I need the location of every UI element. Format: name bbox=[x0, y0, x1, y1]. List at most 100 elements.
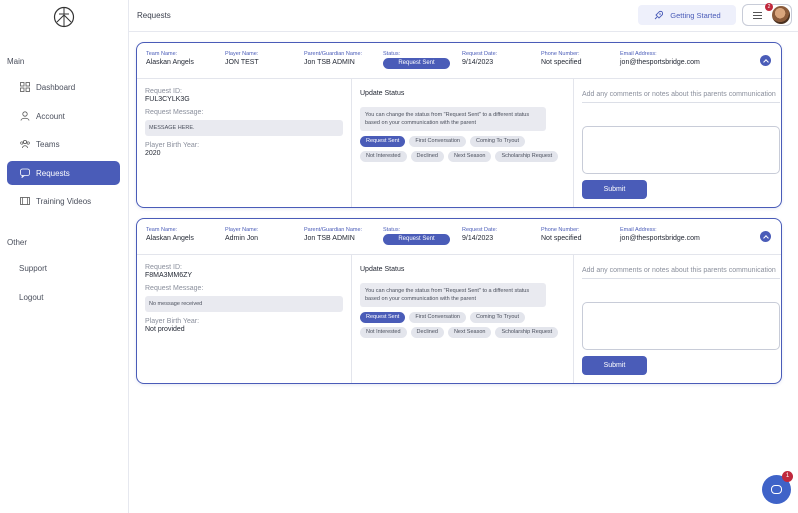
comment-textarea[interactable] bbox=[582, 302, 780, 350]
status-option-not-interested[interactable]: Not Interested bbox=[360, 327, 407, 338]
birth-year: Not provided bbox=[145, 326, 185, 333]
rocket-icon bbox=[654, 10, 664, 19]
team-icon bbox=[20, 139, 30, 149]
sidebar-item-account[interactable]: Account bbox=[7, 104, 120, 128]
comment-panel: Add any comments or notes about this par… bbox=[574, 79, 781, 207]
comment-panel: Add any comments or notes about this par… bbox=[574, 255, 781, 383]
getting-started-label: Getting Started bbox=[670, 10, 721, 20]
request-card-header: Team Name: Alaskan Angels Player Name: JON… bbox=[137, 43, 781, 79]
request-card: Team Name: Alaskan Angels Player Name: JON… bbox=[136, 42, 782, 208]
status-option-coming-to-tryout[interactable]: Coming To Tryout bbox=[469, 312, 525, 323]
phone-number: Not specified bbox=[541, 235, 582, 242]
request-id-label: Request ID: bbox=[145, 264, 182, 271]
request-id-label: Request ID: bbox=[145, 88, 182, 95]
player-name: JON TEST bbox=[225, 59, 259, 66]
sidebar: Main Dashboard Account Teams Requests Tr… bbox=[0, 0, 129, 513]
sidebar-item-support[interactable]: Support bbox=[19, 264, 47, 273]
submit-button[interactable]: Submit bbox=[582, 180, 647, 199]
comment-textarea[interactable] bbox=[582, 126, 780, 174]
birth-year-label: Player Birth Year: bbox=[145, 318, 200, 325]
request-card-header: Team Name: Alaskan Angels Player Name: Adm… bbox=[137, 219, 781, 255]
update-status-title: Update Status bbox=[360, 90, 405, 97]
parent-name: Jon TSB ADMIN bbox=[304, 59, 355, 66]
request-details: Request ID: F8MA3MM6ZY Request Message: … bbox=[137, 255, 352, 383]
status-badge: Request Sent bbox=[383, 58, 450, 69]
status-option-request-sent[interactable]: Request Sent bbox=[360, 136, 406, 147]
request-message: No message received bbox=[145, 296, 343, 312]
sidebar-section-other: Other bbox=[7, 238, 28, 247]
team-name: Alaskan Angels bbox=[146, 235, 194, 242]
sidebar-section-main: Main bbox=[7, 57, 25, 66]
parent-label: Parent/Guardian Name: bbox=[304, 51, 363, 57]
status-option-first-conversation[interactable]: First Conversation bbox=[409, 136, 466, 147]
sidebar-item-label: Account bbox=[36, 111, 65, 121]
status-options: Request Sent First Conversation Coming T… bbox=[360, 312, 560, 338]
status-option-declined[interactable]: Declined bbox=[410, 327, 444, 338]
submit-button[interactable]: Submit bbox=[582, 356, 647, 375]
sidebar-item-dashboard[interactable]: Dashboard bbox=[7, 75, 120, 99]
sidebar-item-label: Teams bbox=[36, 139, 60, 149]
request-card: Team Name: Alaskan Angels Player Name: Adm… bbox=[136, 218, 782, 384]
chat-icon bbox=[20, 168, 30, 178]
status-badge: Request Sent bbox=[383, 234, 450, 245]
email-label: Email Address: bbox=[620, 51, 657, 57]
page-title: Requests bbox=[137, 11, 171, 20]
update-status-panel: Update Status You can change the status … bbox=[352, 255, 574, 383]
top-bar: Requests Getting Started 2 bbox=[129, 0, 798, 32]
team-name: Alaskan Angels bbox=[146, 59, 194, 66]
request-details: Request ID: FUL3CYLK3G Request Message: … bbox=[137, 79, 352, 207]
film-icon bbox=[20, 196, 30, 206]
email-address: jon@thesportsbridge.com bbox=[620, 235, 700, 242]
player-label: Player Name: bbox=[225, 227, 259, 233]
team-label: Team Name: bbox=[146, 51, 178, 57]
parent-name: Jon TSB ADMIN bbox=[304, 235, 355, 242]
phone-number: Not specified bbox=[541, 59, 582, 66]
status-option-not-interested[interactable]: Not Interested bbox=[360, 151, 407, 162]
status-option-request-sent[interactable]: Request Sent bbox=[360, 312, 406, 323]
update-status-panel: Update Status You can change the status … bbox=[352, 79, 574, 207]
birth-year: 2020 bbox=[145, 150, 161, 157]
email-address: jon@thesportsbridge.com bbox=[620, 59, 700, 66]
sidebar-item-label: Training Videos bbox=[36, 196, 92, 206]
status-label: Status: bbox=[383, 51, 401, 57]
status-hint: You can change the status from "Request … bbox=[360, 107, 546, 131]
status-option-coming-to-tryout[interactable]: Coming To Tryout bbox=[469, 136, 525, 147]
status-option-declined[interactable]: Declined bbox=[410, 151, 444, 162]
player-label: Player Name: bbox=[225, 51, 259, 57]
request-message: MESSAGE HERE. bbox=[145, 120, 343, 136]
sidebar-item-teams[interactable]: Teams bbox=[7, 132, 120, 156]
update-status-title: Update Status bbox=[360, 266, 405, 273]
player-name: Admin Jon bbox=[225, 235, 259, 242]
collapse-toggle-icon[interactable] bbox=[760, 55, 771, 66]
status-option-first-conversation[interactable]: First Conversation bbox=[409, 312, 466, 323]
avatar bbox=[772, 6, 790, 24]
date-label: Request Date: bbox=[462, 51, 498, 57]
status-label: Status: bbox=[383, 227, 401, 233]
request-id: FUL3CYLK3G bbox=[145, 96, 190, 103]
menu-icon bbox=[753, 12, 762, 19]
phone-label: Phone Number: bbox=[541, 227, 580, 233]
user-menu-button[interactable]: 2 bbox=[742, 3, 792, 26]
sidebar-item-requests[interactable]: Requests bbox=[7, 161, 120, 185]
request-date: 9/14/2023 bbox=[462, 235, 494, 242]
comment-placeholder: Add any comments or notes about this par… bbox=[582, 266, 780, 279]
request-id: F8MA3MM6ZY bbox=[145, 272, 193, 279]
sportsbridge-logo-icon[interactable] bbox=[53, 6, 75, 28]
sidebar-item-logout[interactable]: Logout bbox=[19, 293, 43, 302]
birth-year-label: Player Birth Year: bbox=[145, 142, 200, 149]
request-message-label: Request Message: bbox=[145, 285, 204, 292]
user-icon bbox=[20, 111, 30, 121]
collapse-toggle-icon[interactable] bbox=[760, 231, 771, 242]
status-option-scholarship-request[interactable]: Scholarship Request bbox=[495, 151, 559, 162]
sidebar-item-training-videos[interactable]: Training Videos bbox=[7, 189, 120, 213]
request-date: 9/14/2023 bbox=[462, 59, 494, 66]
comment-placeholder: Add any comments or notes about this par… bbox=[582, 90, 780, 103]
notification-badge: 2 bbox=[765, 3, 773, 11]
status-option-next-season[interactable]: Next Season bbox=[447, 327, 492, 338]
parent-label: Parent/Guardian Name: bbox=[304, 227, 363, 233]
status-option-next-season[interactable]: Next Season bbox=[447, 151, 492, 162]
getting-started-button[interactable]: Getting Started bbox=[638, 5, 736, 25]
chat-support-button[interactable]: 1 bbox=[762, 471, 793, 504]
chat-icon bbox=[771, 485, 782, 494]
status-option-scholarship-request[interactable]: Scholarship Request bbox=[495, 327, 559, 338]
